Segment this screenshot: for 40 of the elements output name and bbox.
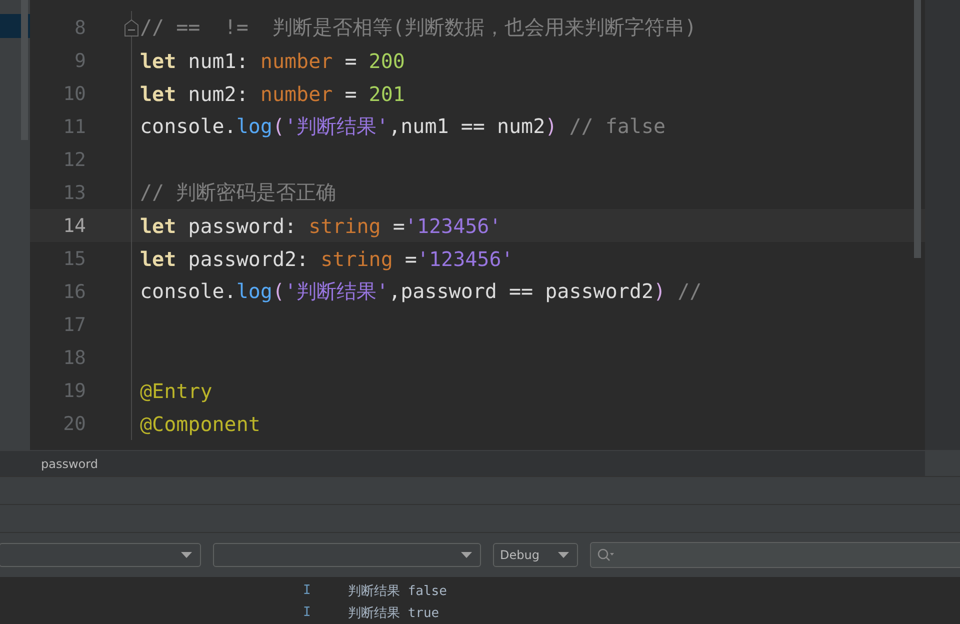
line-number: 18 bbox=[62, 346, 86, 368]
line-number: 14 bbox=[62, 214, 86, 236]
code-line: @Entry bbox=[140, 378, 212, 402]
scrollbar-thumb[interactable] bbox=[21, 0, 28, 140]
line-number: 19 bbox=[62, 380, 86, 402]
log-message: 判断结果 false bbox=[348, 582, 447, 600]
line-number: 11 bbox=[62, 116, 86, 138]
log-level: I bbox=[303, 605, 312, 620]
process-dropdown[interactable] bbox=[213, 543, 481, 568]
log-level-dropdown[interactable]: Debug bbox=[493, 543, 578, 568]
code-line: console.log('判断结果',password == password2) // bbox=[140, 278, 702, 305]
caret-icon bbox=[558, 552, 569, 558]
log-message: 判断结果 true bbox=[348, 604, 440, 622]
code-line: // 判断密码是否正确 bbox=[140, 179, 336, 206]
fold-icon[interactable] bbox=[124, 19, 139, 37]
line-number: 8 bbox=[74, 16, 86, 38]
code-line: let password: string ='123456' bbox=[140, 214, 502, 238]
caret-icon bbox=[461, 552, 472, 558]
log-level: I bbox=[303, 583, 312, 598]
code-line: // == != 判断是否相等(判断数据，也会用来判断字符串) bbox=[140, 14, 697, 41]
line-number: 10 bbox=[62, 82, 86, 104]
line-number: 9 bbox=[74, 50, 86, 72]
code-editor[interactable] bbox=[30, 0, 925, 450]
code-line: console.log('判断结果',num1 == num2) // false bbox=[140, 113, 666, 140]
line-number: 13 bbox=[62, 182, 86, 204]
search-field[interactable] bbox=[590, 542, 960, 568]
scrollbar-thumb[interactable] bbox=[914, 0, 921, 258]
line-number: 15 bbox=[62, 248, 86, 270]
line-number: 20 bbox=[62, 412, 86, 434]
breadcrumb[interactable]: password bbox=[41, 456, 98, 471]
device-dropdown[interactable] bbox=[0, 543, 201, 568]
search-icon bbox=[597, 548, 615, 562]
line-number: 12 bbox=[62, 148, 86, 170]
code-line: @Component bbox=[140, 412, 260, 436]
code-line: let password2: string ='123456' bbox=[140, 246, 514, 270]
line-number: 17 bbox=[62, 314, 86, 336]
code-line: let num1: number = 200 bbox=[140, 48, 405, 72]
caret-icon bbox=[181, 552, 192, 558]
code-line: let num2: number = 201 bbox=[140, 82, 405, 106]
line-number: 16 bbox=[62, 280, 86, 302]
